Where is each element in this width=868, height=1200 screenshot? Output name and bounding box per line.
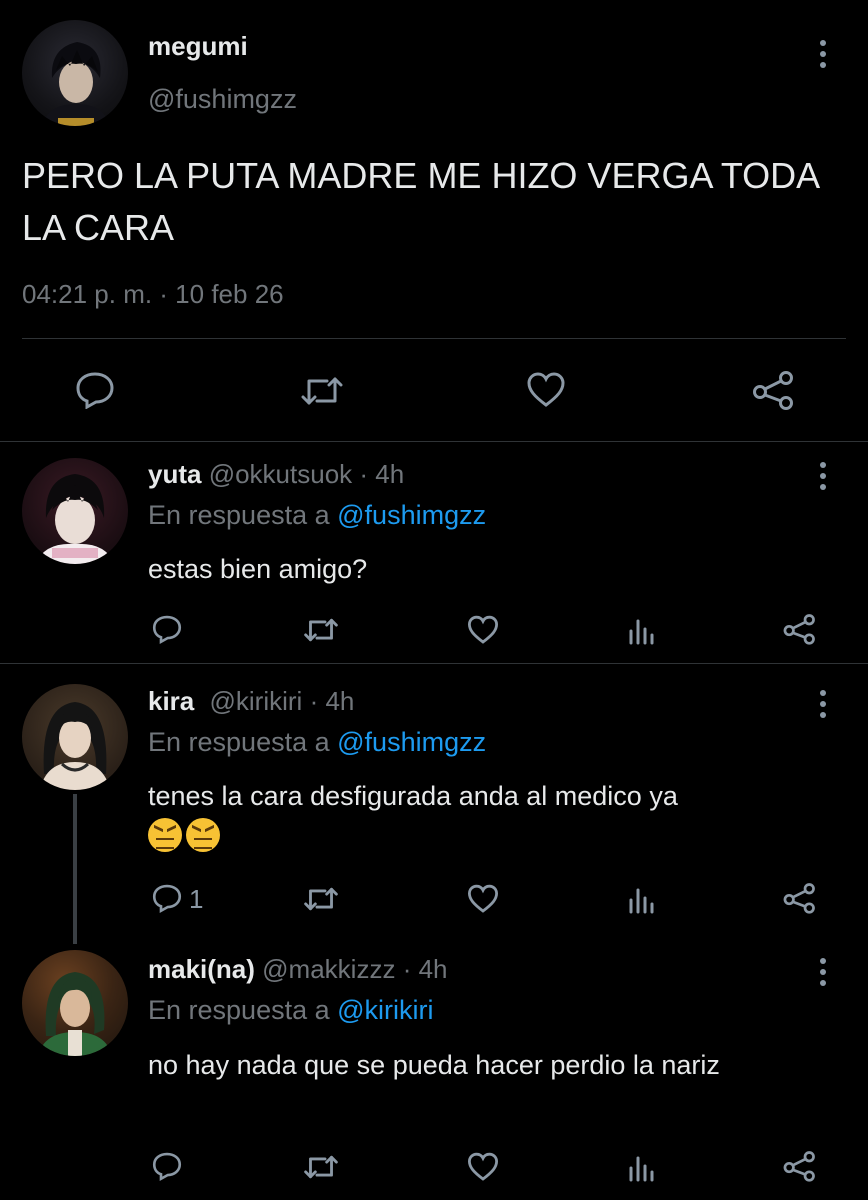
analytics-icon[interactable]	[627, 884, 657, 914]
divider	[0, 663, 868, 664]
share-icon[interactable]	[783, 882, 817, 914]
reply-context-label: En respuesta a	[148, 500, 330, 530]
thread-line	[73, 794, 77, 944]
retweet-icon[interactable]	[304, 1152, 338, 1182]
share-icon[interactable]	[752, 370, 796, 410]
reply-author-handle[interactable]: @kirikiri	[210, 686, 303, 716]
reply-header: kira @kirikiri · 4h	[148, 686, 354, 717]
reply-author-handle[interactable]: @okkutsuok	[209, 459, 352, 489]
reply-author-name[interactable]: maki(na)	[148, 954, 255, 984]
share-icon[interactable]	[783, 1150, 817, 1182]
author-name[interactable]: megumi	[148, 31, 248, 62]
reply-author-name[interactable]: kira	[148, 686, 194, 716]
reply-icon[interactable]	[152, 614, 182, 644]
more-options-icon[interactable]	[819, 462, 827, 490]
reply-count: 1	[189, 884, 204, 914]
reply-text: no hay nada que se pueda hacer perdio la…	[148, 1050, 720, 1080]
reply-text: tenes la cara desfigurada anda al medico…	[148, 781, 678, 811]
avatar-yuta[interactable]	[22, 458, 128, 564]
share-icon[interactable]	[783, 613, 817, 645]
avatar-yuta-image	[36, 474, 114, 564]
reply-context: En respuesta a @fushimgzz	[148, 727, 486, 758]
avatar-megumi[interactable]	[22, 20, 128, 126]
reply-header: yuta @okkutsuok · 4h	[148, 459, 404, 490]
divider	[22, 338, 846, 339]
avatar-kira-image	[40, 702, 110, 790]
more-options-icon[interactable]	[819, 690, 827, 718]
avatar-maki-image	[38, 972, 112, 1056]
reply-to-link[interactable]: @fushimgzz	[337, 727, 486, 757]
confounded-face-emoji	[148, 818, 182, 852]
reply-icon[interactable]	[75, 371, 115, 409]
confounded-face-emoji	[186, 818, 220, 852]
reply-context-label: En respuesta a	[148, 727, 330, 757]
reply-context-label: En respuesta a	[148, 995, 330, 1025]
reply-context: En respuesta a @kirikiri	[148, 995, 434, 1026]
reply-author-name[interactable]: yuta	[148, 459, 201, 489]
reply-context: En respuesta a @fushimgzz	[148, 500, 486, 531]
avatar-maki[interactable]	[22, 950, 128, 1056]
avatar-kira[interactable]	[22, 684, 128, 790]
tweet-timestamp: 04:21 p. m. · 10 feb 26	[22, 279, 284, 309]
emoji-row	[148, 818, 224, 852]
author-handle[interactable]: @fushimgzz	[148, 84, 297, 115]
retweet-icon[interactable]	[301, 373, 343, 409]
tweet-text: PERO LA PUTA MADRE ME HIZO VERGA TODA LA…	[22, 155, 819, 248]
more-options-icon[interactable]	[819, 958, 827, 986]
like-icon[interactable]	[467, 884, 499, 914]
reply-time: · 4h	[309, 686, 355, 716]
retweet-icon[interactable]	[304, 615, 338, 645]
avatar-megumi-image	[42, 42, 110, 126]
like-icon[interactable]	[526, 372, 566, 408]
reply-text: estas bien amigo?	[148, 554, 368, 584]
more-options-icon[interactable]	[819, 40, 827, 68]
retweet-icon[interactable]	[304, 884, 338, 914]
reply-to-link[interactable]: @fushimgzz	[337, 500, 486, 530]
reply-icon[interactable]	[152, 883, 182, 913]
reply-time: · 4h	[402, 954, 448, 984]
reply-to-link[interactable]: @kirikiri	[337, 995, 433, 1025]
reply-header: maki(na) @makkizzz · 4h	[148, 954, 448, 985]
reply-icon[interactable]	[152, 1151, 182, 1181]
like-icon[interactable]	[467, 1152, 499, 1182]
divider	[0, 441, 868, 442]
analytics-icon[interactable]	[627, 1152, 657, 1182]
analytics-icon[interactable]	[627, 615, 657, 645]
reply-author-handle[interactable]: @makkizzz	[262, 954, 395, 984]
reply-time: · 4h	[359, 459, 405, 489]
like-icon[interactable]	[467, 615, 499, 645]
